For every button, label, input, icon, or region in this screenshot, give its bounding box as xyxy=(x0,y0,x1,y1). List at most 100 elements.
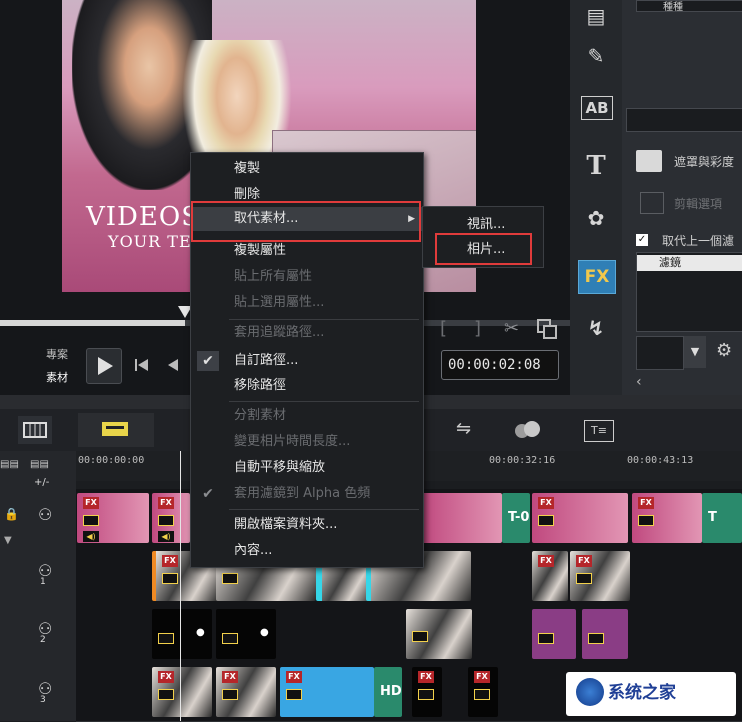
category-label: 種種 xyxy=(663,2,683,13)
hd-clip[interactable]: HD xyxy=(374,667,402,717)
mask-chroma-label[interactable]: 遮罩與彩度 xyxy=(674,153,734,170)
customize-filter-icon[interactable]: ⚙ xyxy=(716,340,742,366)
video-track-icon: ⚇ xyxy=(38,505,53,524)
instant-project-icon[interactable]: ✎ xyxy=(578,40,614,72)
path-icon[interactable]: ↯ xyxy=(578,312,614,344)
black-clip[interactable]: ● xyxy=(152,609,212,659)
fx-icon[interactable]: FX xyxy=(578,260,616,294)
mix-tool-icon[interactable]: ⇋ xyxy=(456,418,486,442)
timeline-view-button[interactable] xyxy=(78,413,154,447)
timecode-field[interactable]: 00:00:02:08 xyxy=(441,350,559,380)
track-number-2: 2 xyxy=(40,635,46,645)
mark-out-button[interactable]: ] xyxy=(474,318,496,340)
filter-preset-box[interactable] xyxy=(636,336,684,370)
title-t-icon[interactable]: T xyxy=(578,150,614,182)
filter-dropdown-button[interactable]: ▼ xyxy=(684,336,706,368)
track-number-3: 3 xyxy=(40,695,46,705)
highlight-replace-clip xyxy=(191,201,421,242)
add-remove-track[interactable]: +/- xyxy=(34,477,49,488)
black-clip[interactable]: ● xyxy=(216,609,276,659)
menu-paste-selected-attributes[interactable]: 貼上選用屬性... xyxy=(191,291,423,315)
menu-custom-path[interactable]: 自訂路徑... xyxy=(191,349,423,373)
timeline-view-icon xyxy=(102,422,128,436)
clip-options-icon xyxy=(640,192,664,214)
color-clip[interactable] xyxy=(582,609,628,659)
filter-list[interactable]: 濾鏡 xyxy=(636,252,742,332)
ruler-tick-0: 00:00:00:00 xyxy=(78,455,145,466)
menu-auto-pan-zoom[interactable]: 自動平移與縮放 xyxy=(191,456,423,480)
transition-clip-2[interactable]: T xyxy=(702,493,742,543)
menu-copy-attributes[interactable]: 複製屬性 xyxy=(191,239,423,263)
menu-remove-path[interactable]: 移除路徑 xyxy=(191,374,423,398)
play-button[interactable] xyxy=(86,348,122,384)
collapse-icon[interactable]: ▼ xyxy=(4,535,12,546)
scroll-left-arrow[interactable]: ‹ xyxy=(636,374,642,390)
replace-filter-label[interactable]: 取代上一個濾 xyxy=(662,232,734,249)
black-clip[interactable]: FX xyxy=(412,667,442,717)
media-icon[interactable]: ▤ xyxy=(578,0,614,32)
home-button[interactable] xyxy=(132,356,152,374)
video-clip-blue[interactable]: FX xyxy=(280,667,374,717)
scissors-icon[interactable]: ✂ xyxy=(504,318,526,340)
replace-filter-checkbox[interactable]: ✓ xyxy=(636,234,648,246)
clip-mode-label[interactable]: 素材 xyxy=(46,369,68,385)
photo-clip[interactable]: FX xyxy=(152,667,212,717)
photo-clip[interactable]: FX xyxy=(570,551,630,601)
watermark-text: 系统之家 xyxy=(608,683,676,703)
menu-apply-tracking-path[interactable]: 套用追蹤路徑... xyxy=(191,321,423,345)
video-clip[interactable]: FX ◀) xyxy=(152,493,190,543)
menu-open-file-folder[interactable]: 開啟檔案資料夾... xyxy=(191,513,423,537)
playhead[interactable] xyxy=(180,451,181,721)
chapter-tool-button[interactable] xyxy=(512,418,546,442)
step-back-icon xyxy=(168,359,178,371)
previous-frame-button[interactable] xyxy=(164,356,184,374)
enlarge-preview-button[interactable] xyxy=(536,318,560,340)
video-clip[interactable]: FX ◀) xyxy=(77,493,149,543)
ruler-tick-2: 00:00:43:13 xyxy=(627,455,694,466)
track-manager-icon[interactable]: ▤▤ xyxy=(30,459,49,470)
video-clip[interactable]: FX xyxy=(532,493,628,543)
ruler-tick-1: 00:00:32:16 xyxy=(489,455,556,466)
menu-apply-filter-alpha[interactable]: 套用濾鏡到 Alpha 色頻 xyxy=(191,482,423,506)
track-layout-icon[interactable]: ▤▤ xyxy=(0,459,19,470)
project-mode-label[interactable]: 專案 xyxy=(46,346,68,362)
film-strip-icon xyxy=(23,422,47,438)
color-clip[interactable] xyxy=(532,609,576,659)
options-field[interactable] xyxy=(626,108,742,132)
storyboard-view-button[interactable] xyxy=(18,416,52,444)
black-clip[interactable]: FX xyxy=(468,667,498,717)
photo-clip[interactable]: FX xyxy=(532,551,568,601)
mask-chroma-icon[interactable] xyxy=(636,150,662,172)
track-headers: ▤▤ ▤▤ +/- ⚇ ⚇ ⚇ ⚇ 1 2 3 🔒 ▼ xyxy=(0,451,76,721)
menu-separator xyxy=(229,319,419,320)
mark-in-button[interactable]: [ xyxy=(440,318,462,340)
circles-icon xyxy=(515,421,540,438)
skip-start-icon xyxy=(135,359,148,371)
scrub-progress xyxy=(0,320,185,326)
video-clip[interactable]: FX xyxy=(632,493,702,543)
clip-options-label: 剪輯選項 xyxy=(674,197,723,211)
lock-icon[interactable]: 🔒 xyxy=(4,507,19,521)
filter-list-item[interactable]: 濾鏡 xyxy=(637,255,742,271)
menu-copy[interactable]: 複製 xyxy=(191,157,423,181)
copy-screen-icon xyxy=(537,319,557,339)
menu-paste-all-attributes[interactable]: 貼上所有屬性 xyxy=(191,265,423,289)
watermark-logo-icon xyxy=(576,678,604,706)
menu-change-photo-duration[interactable]: 變更相片時間長度... xyxy=(191,430,423,454)
menu-separator xyxy=(229,509,419,510)
transition-ab-icon[interactable]: AB xyxy=(581,96,613,120)
photo-clip[interactable]: FX xyxy=(216,667,276,717)
transition-clip[interactable]: T-0 xyxy=(502,493,530,543)
play-icon xyxy=(98,357,113,375)
overlay-track-2[interactable]: ● ● xyxy=(76,605,742,664)
menu-properties[interactable]: 內容... xyxy=(191,539,423,563)
video-clip[interactable] xyxy=(422,493,502,543)
menu-split-clip[interactable]: 分割素材 xyxy=(191,404,423,428)
graphic-icon[interactable]: ✿ xyxy=(578,202,614,234)
preview-title-line1: VIDEOS xyxy=(86,202,200,232)
subtitle-tool-icon[interactable]: T≡ xyxy=(584,420,614,442)
menu-separator xyxy=(229,401,419,402)
photo-clip[interactable] xyxy=(406,609,472,659)
highlight-photo xyxy=(435,233,532,265)
category-select[interactable]: 種種 xyxy=(636,0,742,13)
